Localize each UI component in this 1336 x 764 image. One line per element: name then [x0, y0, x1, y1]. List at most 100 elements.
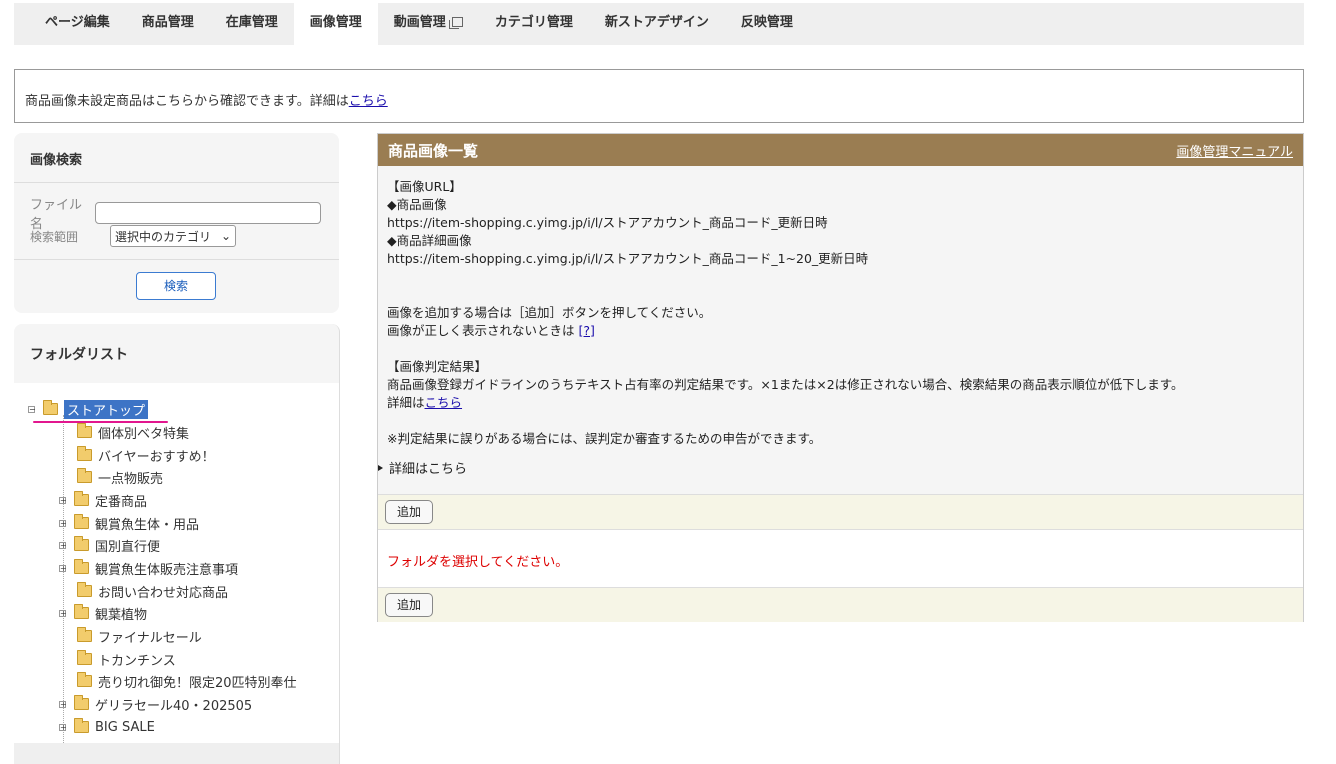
notice-link[interactable]: こちら: [349, 94, 388, 109]
tree-item[interactable]: 売り切れ御免！限定20匹特別奉仕: [62, 671, 297, 691]
judgement-text: 商品画像登録ガイドラインのうちテキスト占有率の判定結果です。×1または×2は修正…: [387, 377, 1184, 392]
tree-item-label: バイヤーおすすめ！: [98, 449, 215, 465]
notice-text: 商品画像未設定商品はこちらから確認できます。詳細は: [25, 94, 349, 109]
display-issue-text: 画像が正しく表示されないときは: [387, 323, 575, 338]
report-note: ※判定結果に誤りがある場合には、誤判定か審査するための申告ができます。: [387, 431, 822, 446]
tab-new-store-design[interactable]: 新ストアデザイン: [589, 3, 725, 45]
folder-list-title: フォルダリスト: [30, 347, 128, 363]
tree-item[interactable]: バイヤーおすすめ！: [62, 445, 215, 465]
image-search-title: 画像検索: [14, 133, 339, 183]
details-toggle-label: 詳細はこちら: [389, 462, 468, 477]
tab-image-management[interactable]: 画像管理: [293, 3, 378, 45]
search-button[interactable]: 検索: [136, 272, 216, 300]
expand-icon[interactable]: +: [59, 496, 67, 504]
tab-inventory-management[interactable]: 在庫管理: [210, 3, 294, 45]
folder-icon: [74, 695, 89, 710]
collapse-icon[interactable]: −: [28, 405, 36, 413]
tree-item[interactable]: お問い合わせ対応商品: [62, 581, 228, 601]
tree-item-root[interactable]: − ストアトップ: [28, 399, 149, 419]
chevron-down-icon: ⌄: [221, 229, 232, 243]
product-image-url: https://item-shopping.c.yimg.jp/i/l/ストアア…: [387, 215, 828, 230]
help-link[interactable]: [?]: [579, 323, 595, 338]
tree-item[interactable]: 一点物販売: [62, 467, 163, 487]
folder-icon: [74, 514, 89, 529]
expand-icon[interactable]: +: [59, 519, 67, 527]
folder-icon: [77, 672, 92, 687]
folder-icon: [77, 650, 92, 665]
display-issue-line: 画像が正しく表示されないときは [?]: [387, 322, 1183, 340]
folder-panel-footer: [14, 743, 339, 764]
external-window-icon: [448, 17, 463, 29]
image-list-header: 商品画像一覧 画像管理マニュアル: [378, 134, 1303, 166]
tree-item[interactable]: 個体別ベタ特集: [62, 422, 189, 442]
tree-item-label: 一点物販売: [98, 471, 164, 487]
tree-item[interactable]: トカンチンス: [62, 649, 176, 669]
tree-item[interactable]: + BIG SALE: [59, 717, 155, 737]
range-label: 検索範囲: [30, 229, 79, 244]
tree-item[interactable]: + 国別直行便: [59, 535, 160, 555]
product-image-label: ◆商品画像: [387, 197, 447, 212]
tree-item-label: ストアトップ: [64, 399, 149, 419]
folder-list-panel: フォルダリスト − ストアトップ 個体別ベタ特集 バイヤーおすすめ！ 一点物販売…: [14, 324, 340, 764]
tab-video-label: 動画管理: [393, 15, 446, 30]
tab-product-management[interactable]: 商品管理: [126, 3, 210, 45]
folder-icon: [74, 718, 89, 733]
folder-icon: [77, 627, 92, 642]
folder-icon: [77, 468, 92, 483]
expand-icon[interactable]: +: [59, 723, 67, 731]
folder-icon: [74, 604, 89, 619]
tree-item[interactable]: + ゲリラセール40・202505: [59, 694, 252, 714]
select-folder-message: フォルダを選択してください。: [387, 555, 569, 570]
range-select[interactable]: 選択中のカテゴリ ⌄: [110, 225, 237, 247]
folder-tree: − ストアトップ 個体別ベタ特集 バイヤーおすすめ！ 一点物販売 + 定番商品 +…: [14, 383, 339, 743]
tree-item-label: ファイナルセール: [98, 630, 202, 646]
top-tab-bar: ページ編集 商品管理 在庫管理 画像管理 動画管理 カテゴリ管理 新ストアデザイ…: [14, 3, 1304, 45]
tree-item-label: 売り切れ御免！限定20匹特別奉仕: [98, 675, 297, 691]
filename-input[interactable]: [95, 202, 321, 224]
judgement-detail-line: 詳細はこちら: [387, 394, 1183, 412]
folder-icon: [77, 446, 92, 461]
tree-item[interactable]: + 定番商品: [59, 490, 147, 510]
image-info-text: 【画像URL】 ◆商品画像 https://item-shopping.c.yi…: [387, 178, 1183, 448]
tab-page-edit[interactable]: ページ編集: [14, 3, 126, 45]
add-button[interactable]: 追加: [385, 593, 433, 617]
folder-icon: [77, 423, 92, 438]
expand-icon[interactable]: +: [59, 541, 67, 549]
tree-item[interactable]: + 観賞魚生体・用品: [59, 513, 199, 533]
expand-icon[interactable]: +: [59, 700, 67, 708]
tree-item-label: 定番商品: [95, 494, 148, 510]
triangle-right-icon: [378, 464, 383, 471]
tab-video-management[interactable]: 動画管理: [378, 3, 479, 45]
image-search-panel: 画像検索 ファイル名 検索範囲 選択中のカテゴリ ⌄ 検索: [14, 133, 339, 313]
tree-item-label: 国別直行便: [95, 539, 161, 555]
tree-item-label: 観賞魚生体販売注意事項: [95, 562, 239, 578]
range-row: 検索範囲 選択中のカテゴリ ⌄: [30, 225, 237, 247]
highlight-underline: [33, 421, 168, 423]
expand-icon[interactable]: +: [59, 564, 67, 572]
folder-icon: [74, 491, 89, 506]
tree-item-label: 観賞魚生体・用品: [95, 517, 200, 533]
tree-item-label: BIG SALE: [95, 719, 155, 735]
top-button-bar: 追加: [378, 494, 1303, 529]
tree-item[interactable]: + 観賞魚生体販売注意事項: [59, 558, 238, 578]
judgement-detail-link[interactable]: こちら: [425, 395, 463, 410]
tab-category-management[interactable]: カテゴリ管理: [479, 3, 589, 45]
tree-item[interactable]: + 観葉植物: [59, 603, 147, 623]
expand-icon[interactable]: +: [59, 609, 67, 617]
tree-item-label: トカンチンス: [98, 653, 176, 669]
image-list-panel: 商品画像一覧 画像管理マニュアル 【画像URL】 ◆商品画像 https://i…: [377, 133, 1304, 622]
notice-box: 商品画像未設定商品はこちらから確認できます。詳細はこちら: [14, 69, 1304, 123]
details-toggle[interactable]: 詳細はこちら: [378, 458, 467, 477]
folder-message-area: フォルダを選択してください。: [378, 529, 1303, 588]
folder-icon: [77, 582, 92, 597]
tree-item[interactable]: ファイナルセール: [62, 626, 202, 646]
tree-item-label: 個体別ベタ特集: [98, 426, 190, 442]
folder-icon: [74, 559, 89, 574]
search-divider: [14, 259, 339, 260]
add-button[interactable]: 追加: [385, 500, 433, 524]
tab-publish-management[interactable]: 反映管理: [725, 3, 809, 45]
image-list-title: 商品画像一覧: [388, 141, 479, 160]
bottom-button-bar: 追加: [378, 587, 1303, 622]
image-manual-link[interactable]: 画像管理マニュアル: [1176, 141, 1293, 160]
folder-icon: [74, 536, 89, 551]
